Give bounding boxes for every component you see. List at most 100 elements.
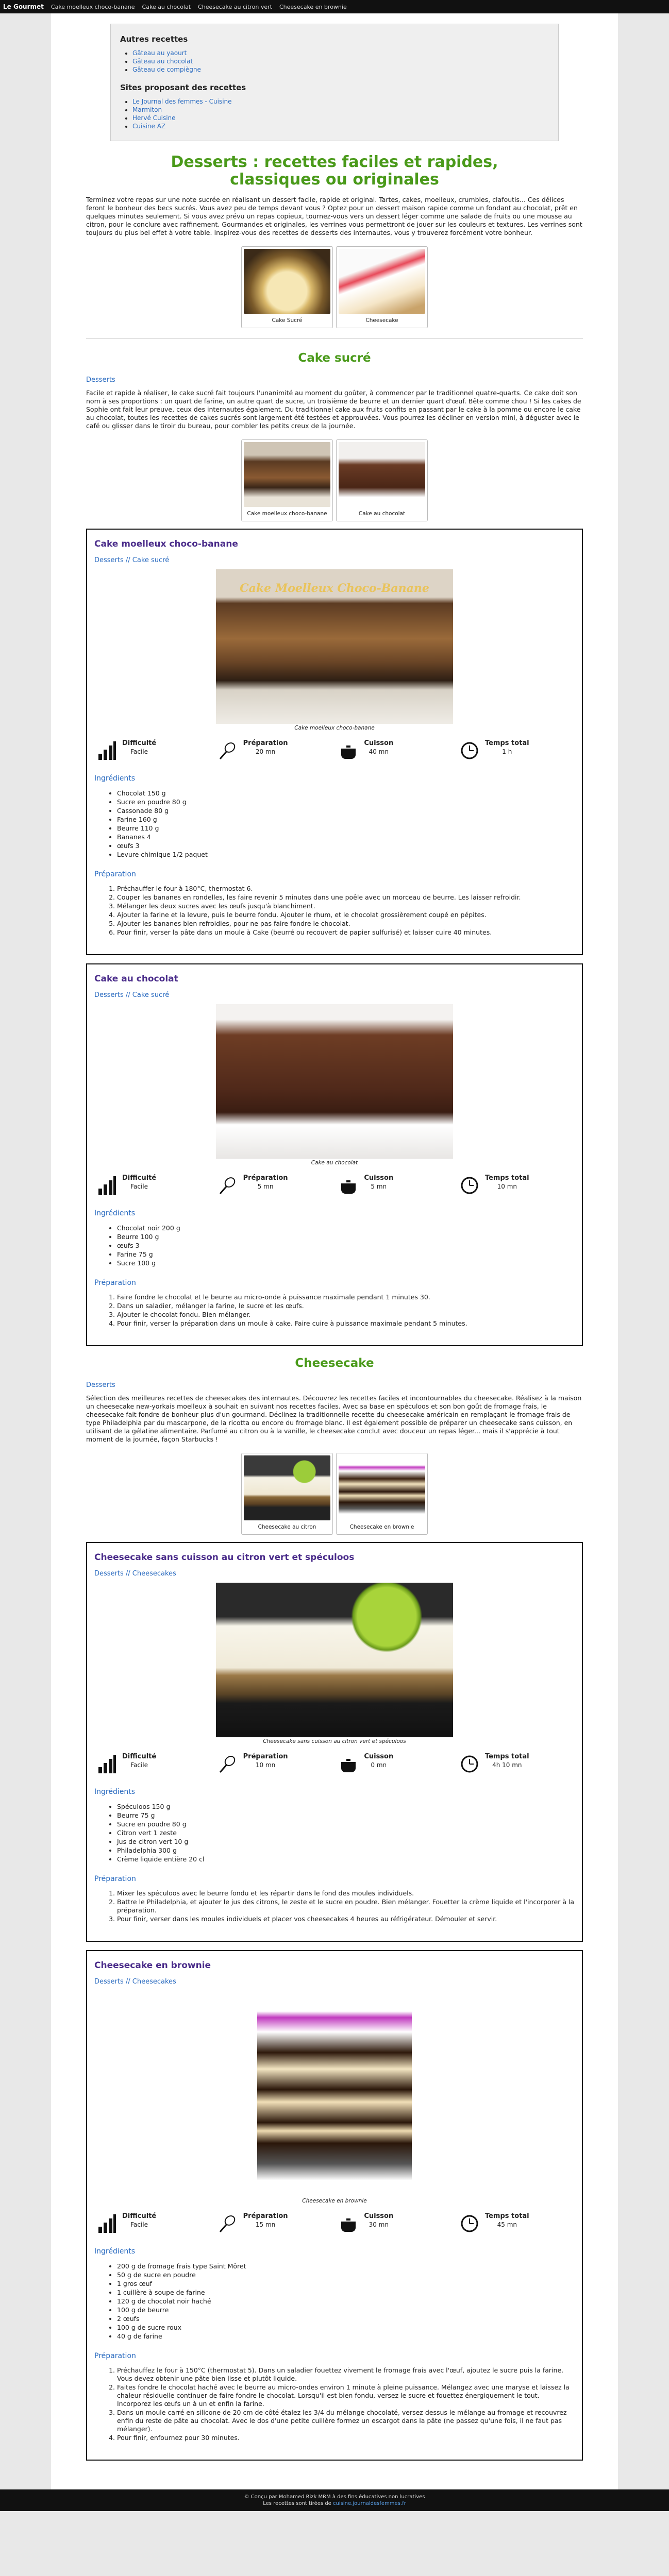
- stat-value: 45 mn: [497, 2221, 517, 2228]
- ingredients-title: Ingrédients: [94, 2247, 135, 2256]
- card-cheesecake[interactable]: Cheesecake: [336, 246, 428, 328]
- list-item: Levure chimique 1/2 paquet: [117, 850, 575, 859]
- stat-label: Temps total: [484, 1174, 529, 1182]
- recipe-photo: [257, 1991, 412, 2197]
- list-item: Le Journal des femmes - Cuisine: [132, 97, 549, 106]
- stat-label: Temps total: [484, 2212, 529, 2220]
- intro-text: Terminez votre repas sur une note sucrée…: [86, 196, 582, 236]
- whisk-icon: [218, 739, 238, 760]
- ingredients-list: Chocolat 150 g Sucre en poudre 80 g Cass…: [94, 789, 575, 859]
- section-category[interactable]: Desserts: [86, 376, 583, 384]
- list-item: Philadelphia 300 g: [117, 1846, 575, 1855]
- toc-title-other: Autres recettes: [120, 35, 188, 44]
- toc-link[interactable]: Cuisine AZ: [132, 123, 165, 130]
- recipe-stats: Difficulté Facile Préparation 20 mn Cuisso…: [94, 739, 575, 760]
- list-item: Préchauffez le four à 150°C (thermostat …: [117, 2366, 575, 2383]
- list-item: Cuisine AZ: [132, 122, 549, 130]
- toc-link[interactable]: Gâteau de compiègne: [132, 66, 201, 73]
- recipe-photo: Cake Moelleux Choco-Banane: [216, 569, 453, 724]
- photo-caption: Cheesecake en brownie: [302, 2198, 367, 2204]
- stat-value: Facile: [130, 748, 148, 755]
- stat-label: Cuisson: [364, 1174, 394, 1182]
- stat-value: 40 mn: [369, 748, 389, 755]
- stat-difficulty: Difficulté Facile: [96, 739, 210, 760]
- nav-link-choco-banane[interactable]: Cake moelleux choco-banane: [51, 4, 135, 10]
- list-item: Hervé Cuisine: [132, 114, 549, 122]
- list-item: Battre le Philadelphia, et ajouter le ju…: [117, 1898, 575, 1914]
- stat-value: 1 h: [502, 748, 512, 755]
- stat-label: Difficulté: [122, 739, 157, 747]
- list-item: Beurre 75 g: [117, 1811, 575, 1820]
- stat-prep: Préparation 20 mn: [218, 739, 331, 760]
- cheesecake-cards: Cheesecake au citron Cheesecake en brown…: [86, 1453, 583, 1535]
- card-cake-chocolat[interactable]: Cake au chocolat: [336, 439, 428, 521]
- stat-difficulty: Difficulté Facile: [96, 1753, 210, 1773]
- recipe-breadcrumb[interactable]: Desserts // Cheesecakes: [94, 1570, 575, 1578]
- stat-label: Cuisson: [364, 1753, 394, 1760]
- toc-link[interactable]: Gâteau au yaourt: [132, 49, 187, 57]
- stat-prep: Préparation 15 mn: [218, 2212, 331, 2233]
- whisk-icon: [218, 2212, 238, 2233]
- stat-total: Temps total 10 mn: [459, 1174, 573, 1195]
- card-cheesecake-brownie[interactable]: Cheesecake en brownie: [336, 1453, 428, 1535]
- toc-list-sites: Le Journal des femmes - Cuisine Marmiton…: [120, 97, 549, 130]
- list-item: 1 cuillère à soupe de farine: [117, 2288, 575, 2297]
- stat-difficulty: Difficulté Facile: [96, 1174, 210, 1195]
- recipe-title: Cake au chocolat: [94, 974, 178, 984]
- toc-link[interactable]: Marmiton: [132, 106, 162, 113]
- recipe-title: Cake moelleux choco-banane: [94, 539, 238, 549]
- stat-cook: Cuisson 5 mn: [338, 1174, 451, 1195]
- card-label: Cake moelleux choco-banane: [247, 511, 327, 517]
- stat-label: Préparation: [243, 1753, 288, 1760]
- recipe-breadcrumb[interactable]: Desserts // Cheesecakes: [94, 1978, 575, 1986]
- toc-link[interactable]: Hervé Cuisine: [132, 114, 176, 122]
- list-item: Couper les bananes en rondelles, les fai…: [117, 893, 575, 902]
- card-cheesecake-citron[interactable]: Cheesecake au citron: [241, 1453, 333, 1535]
- card-cake-sucre[interactable]: Cake Sucré: [241, 246, 333, 328]
- section-category[interactable]: Desserts: [86, 1381, 583, 1389]
- clock-icon: [459, 1174, 480, 1195]
- recipe-breadcrumb[interactable]: Desserts // Cake sucré: [94, 556, 575, 564]
- stat-label: Cuisson: [364, 2212, 394, 2220]
- toc-link[interactable]: Gâteau au chocolat: [132, 58, 193, 65]
- photo-caption: Cake moelleux choco-banane: [294, 725, 375, 731]
- list-item: Ajouter le chocolat fondu. Bien mélanger…: [117, 1311, 575, 1319]
- list-item: Pour finir, verser la préparation dans u…: [117, 1319, 575, 1328]
- toc-link[interactable]: Le Journal des femmes - Cuisine: [132, 98, 232, 105]
- list-item: Dans un moule carré en silicone de 20 cm…: [117, 2409, 575, 2433]
- stat-label: Difficulté: [122, 2212, 157, 2220]
- difficulty-bars-icon: [96, 1753, 117, 1773]
- recipe-card: Cheesecake en brownie Desserts // Cheese…: [86, 1950, 583, 2461]
- card-label: Cake au chocolat: [358, 511, 406, 517]
- list-item: Cassonade 80 g: [117, 806, 575, 815]
- nav-link-cake-chocolat[interactable]: Cake au chocolat: [142, 4, 191, 10]
- recipe-breadcrumb[interactable]: Desserts // Cake sucré: [94, 991, 575, 999]
- recipe-card: Cake au chocolat Desserts // Cake sucré …: [86, 963, 583, 1346]
- footer-source-link[interactable]: cuisine.journaldesfemmes.fr: [333, 2501, 406, 2506]
- page-title: Desserts : recettes faciles et rapides, …: [171, 153, 498, 189]
- list-item: Sucre 100 g: [117, 1259, 575, 1267]
- stat-value: Facile: [130, 2221, 148, 2228]
- pot-icon: [338, 2212, 359, 2233]
- list-item: Crème liquide entière 20 cl: [117, 1855, 575, 1863]
- list-item: Sucre en poudre 80 g: [117, 798, 575, 806]
- stat-label: Préparation: [243, 739, 288, 747]
- stat-cook: Cuisson 0 mn: [338, 1753, 451, 1773]
- list-item: Pour finir, verser dans les moules indiv…: [117, 1915, 575, 1923]
- list-item: Beurre 100 g: [117, 1232, 575, 1241]
- stat-cook: Cuisson 30 mn: [338, 2212, 451, 2233]
- footer-source-text: Les recettes sont tirées de: [263, 2501, 333, 2506]
- toc-list-other: Gâteau au yaourt Gâteau au chocolat Gâte…: [120, 49, 549, 74]
- list-item: Mixer les spéculoos avec le beurre fondu…: [117, 1889, 575, 1897]
- stat-label: Difficulté: [122, 1753, 157, 1760]
- stat-prep: Préparation 5 mn: [218, 1174, 331, 1195]
- whisk-icon: [218, 1174, 238, 1195]
- nav-link-cheesecake-citron[interactable]: Cheesecake au citron vert: [198, 4, 272, 10]
- card-choco-banane[interactable]: Cake moelleux choco-banane: [241, 439, 333, 521]
- brand-logo[interactable]: Le Gourmet: [3, 3, 44, 10]
- stat-value: Facile: [130, 1761, 148, 1769]
- pot-icon: [338, 739, 359, 760]
- nav-link-cheesecake-brownie[interactable]: Cheesecake en brownie: [279, 4, 347, 10]
- list-item: Chocolat 150 g: [117, 789, 575, 798]
- list-item: 100 g de sucre roux: [117, 2323, 575, 2332]
